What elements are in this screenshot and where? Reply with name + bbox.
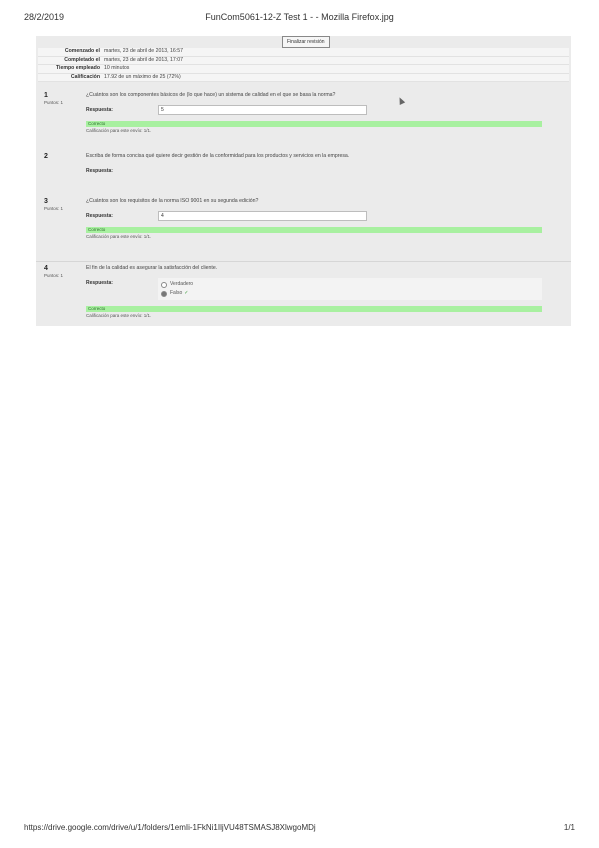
summary-value: martes, 23 de abril de 2013, 17:07: [104, 56, 184, 63]
summary-label: Calificación: [70, 73, 100, 80]
question-4: 4 Puntos: 1 El fin de la calidad es aseg…: [36, 261, 571, 318]
response-input[interactable]: 5: [158, 105, 367, 115]
question-info: 2: [44, 153, 84, 160]
summary-value: 17.92 de un máximo de 25 (72%): [104, 73, 181, 80]
question-number: 3: [44, 198, 48, 205]
summary-value: 10 minutos: [104, 65, 130, 71]
result-correct-bar: Correcto: [86, 121, 542, 127]
radio-unchecked-icon[interactable]: [161, 281, 167, 288]
question-text: Escriba de forma concisa qué quiere deci…: [86, 153, 350, 159]
response-label: Respuesta:: [86, 168, 113, 174]
question-info: 1 Puntos: 1: [44, 92, 84, 105]
question-text: El fin de la calidad es asegurar la sati…: [86, 265, 218, 271]
question-info: 3 Puntos: 1: [44, 198, 84, 211]
response-label: Respuesta:: [86, 213, 113, 219]
finish-review-button[interactable]: Finalizar revisión: [282, 36, 330, 48]
summary-label: Comenzado el: [64, 48, 100, 54]
mark-for-submission: Calificación para este envío: 1/1.: [86, 234, 152, 239]
response-row: Respuesta: 4: [86, 211, 542, 221]
question-body: El fin de la calidad es asegurar la sati…: [86, 265, 542, 318]
option-false[interactable]: Falso ✓: [161, 289, 539, 298]
true-false-block: Respuesta: Verdadero Falso ✓: [86, 278, 542, 300]
question-mark: Puntos: 1: [44, 206, 64, 211]
question-body: ¿Cuántos son los componentes básicos de …: [86, 92, 542, 133]
question-body: ¿Cuántos son los requisitos de la norma …: [86, 198, 542, 239]
summary-label: Completado el: [64, 56, 100, 63]
mark-for-submission: Calificación para este envío: 1/1.: [86, 128, 152, 133]
question-text: ¿Cuántos son los requisitos de la norma …: [86, 198, 259, 204]
mark-for-submission: Calificación para este envío: 1/1.: [86, 313, 152, 318]
checkmark-icon: ✓: [184, 290, 189, 296]
page-number: 1/1: [563, 823, 575, 832]
toolbar: Finalizar revisión: [36, 36, 571, 48]
question-mark: Puntos: 1: [44, 100, 64, 105]
summary-row: Calificación 17.92 de un máximo de 25 (7…: [38, 73, 569, 82]
print-title: FunCom5061-12-Z Test 1 - - Mozilla Firef…: [205, 12, 394, 22]
attempt-summary: Comenzado el martes, 23 de abril de 2013…: [38, 48, 569, 82]
response-label: Respuesta:: [86, 280, 113, 286]
summary-label: Tiempo empleado: [55, 65, 100, 71]
question-number: 1: [44, 92, 48, 99]
question-number: 4: [44, 265, 48, 272]
question-text: ¿Cuántos son los componentes básicos de …: [86, 92, 336, 98]
quiz-review-panel: Finalizar revisión Comenzado el martes, …: [36, 36, 571, 326]
option-label: Verdadero: [170, 281, 194, 287]
response-row: Respuesta: 5: [86, 105, 542, 115]
response-label: Respuesta:: [86, 107, 113, 113]
question-mark: Puntos: 1: [44, 273, 64, 278]
summary-value: martes, 23 de abril de 2013, 16:57: [104, 48, 184, 54]
print-footer: https://drive.google.com/drive/u/1/folde…: [24, 823, 575, 835]
question-info: 4 Puntos: 1: [44, 265, 84, 278]
result-correct-bar: Correcto: [86, 227, 542, 233]
result-correct-bar: Correcto: [86, 306, 542, 312]
option-true[interactable]: Verdadero: [161, 280, 539, 289]
summary-row: Tiempo empleado 10 minutos: [38, 65, 569, 74]
response-row: Respuesta:: [86, 168, 542, 174]
summary-row: Comenzado el martes, 23 de abril de 2013…: [38, 48, 569, 57]
question-number: 2: [44, 153, 48, 160]
question-body: Escriba de forma concisa qué quiere deci…: [86, 153, 542, 174]
print-header: 28/2/2019 FunCom5061-12-Z Test 1 - - Moz…: [24, 12, 575, 26]
option-label: Falso: [170, 290, 183, 296]
radio-checked-icon[interactable]: [161, 290, 167, 297]
response-input[interactable]: 4: [158, 211, 367, 221]
answer-options: Verdadero Falso ✓: [158, 278, 542, 300]
print-url: https://drive.google.com/drive/u/1/folde…: [24, 823, 316, 832]
summary-row: Completado el martes, 23 de abril de 201…: [38, 56, 569, 65]
